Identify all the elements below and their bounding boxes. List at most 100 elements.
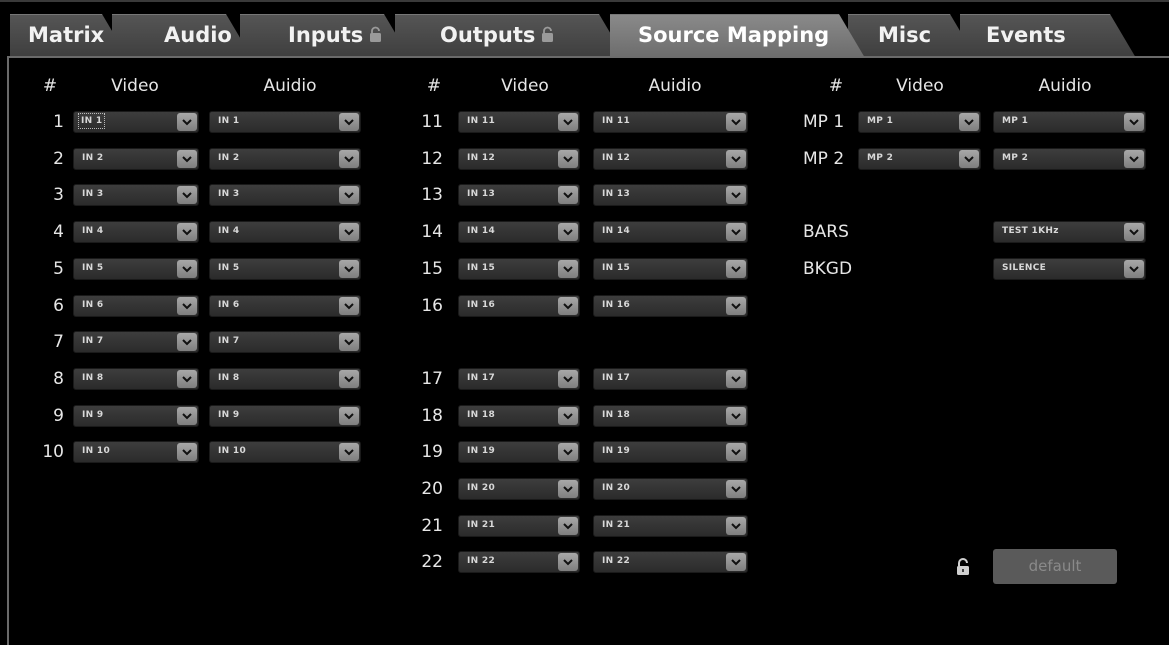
audio-source-dropdown[interactable]: IN 10: [209, 441, 361, 464]
tab-audio[interactable]: Audio: [112, 14, 252, 58]
audio-source-dropdown[interactable]: IN 20: [593, 478, 748, 500]
chevron-down-icon[interactable]: [558, 480, 578, 498]
video-source-dropdown[interactable]: MP 1: [858, 111, 981, 133]
chevron-down-icon[interactable]: [339, 443, 359, 462]
chevron-down-icon[interactable]: [1124, 223, 1144, 242]
chevron-down-icon[interactable]: [959, 113, 979, 131]
audio-source-dropdown[interactable]: SILENCE: [993, 257, 1146, 280]
video-source-dropdown[interactable]: IN 6: [73, 294, 199, 317]
chevron-down-icon[interactable]: [1124, 113, 1144, 131]
tab-misc[interactable]: Misc: [848, 14, 976, 58]
video-source-dropdown[interactable]: IN 3: [73, 184, 199, 207]
chevron-down-icon[interactable]: [177, 223, 197, 242]
audio-source-dropdown[interactable]: IN 13: [593, 184, 748, 207]
video-source-dropdown[interactable]: IN 17: [458, 367, 580, 390]
chevron-down-icon[interactable]: [339, 296, 359, 315]
audio-source-dropdown[interactable]: IN 5: [209, 257, 361, 280]
chevron-down-icon[interactable]: [177, 443, 197, 462]
audio-source-dropdown[interactable]: IN 22: [593, 551, 748, 574]
audio-source-dropdown[interactable]: IN 6: [209, 294, 361, 317]
chevron-down-icon[interactable]: [339, 149, 359, 168]
audio-source-dropdown[interactable]: IN 7: [209, 331, 361, 354]
chevron-down-icon[interactable]: [726, 480, 746, 498]
tab-events[interactable]: Events: [960, 14, 1136, 58]
chevron-down-icon[interactable]: [558, 553, 578, 572]
audio-source-dropdown[interactable]: IN 8: [209, 367, 361, 390]
video-source-dropdown[interactable]: IN 21: [458, 514, 580, 537]
tab-source-mapping[interactable]: Source Mapping: [610, 14, 865, 58]
video-source-dropdown[interactable]: IN 7: [73, 331, 199, 354]
video-source-dropdown[interactable]: IN 10: [73, 441, 199, 464]
default-button[interactable]: default: [993, 549, 1117, 584]
chevron-down-icon[interactable]: [726, 223, 746, 242]
chevron-down-icon[interactable]: [177, 259, 197, 278]
audio-source-dropdown[interactable]: IN 14: [593, 221, 748, 244]
video-source-dropdown[interactable]: MP 2: [858, 147, 981, 170]
chevron-down-icon[interactable]: [339, 333, 359, 352]
audio-source-dropdown[interactable]: IN 2: [209, 147, 361, 170]
chevron-down-icon[interactable]: [726, 259, 746, 278]
chevron-down-icon[interactable]: [558, 186, 578, 205]
chevron-down-icon[interactable]: [726, 516, 746, 535]
chevron-down-icon[interactable]: [558, 516, 578, 535]
chevron-down-icon[interactable]: [726, 406, 746, 425]
audio-source-dropdown[interactable]: IN 4: [209, 221, 361, 244]
chevron-down-icon[interactable]: [339, 186, 359, 205]
audio-source-dropdown[interactable]: TEST 1KHz: [993, 221, 1146, 244]
audio-source-dropdown[interactable]: IN 1: [209, 111, 361, 133]
chevron-down-icon[interactable]: [558, 113, 578, 131]
video-source-dropdown[interactable]: IN 8: [73, 367, 199, 390]
video-source-dropdown[interactable]: IN 20: [458, 478, 580, 500]
chevron-down-icon[interactable]: [339, 406, 359, 425]
audio-source-dropdown[interactable]: IN 17: [593, 367, 748, 390]
tab-outputs[interactable]: Outputs: [395, 14, 625, 58]
audio-source-dropdown[interactable]: IN 11: [593, 111, 748, 133]
chevron-down-icon[interactable]: [726, 553, 746, 572]
chevron-down-icon[interactable]: [558, 223, 578, 242]
audio-source-dropdown[interactable]: IN 19: [593, 441, 748, 464]
lock-icon[interactable]: [956, 558, 970, 576]
chevron-down-icon[interactable]: [558, 443, 578, 462]
chevron-down-icon[interactable]: [177, 406, 197, 425]
audio-source-dropdown[interactable]: IN 12: [593, 147, 748, 170]
chevron-down-icon[interactable]: [558, 406, 578, 425]
chevron-down-icon[interactable]: [726, 443, 746, 462]
chevron-down-icon[interactable]: [726, 369, 746, 388]
audio-source-dropdown[interactable]: IN 9: [209, 404, 361, 427]
video-source-dropdown[interactable]: IN 16: [458, 294, 580, 317]
audio-source-dropdown[interactable]: IN 3: [209, 184, 361, 207]
video-source-dropdown[interactable]: IN 2: [73, 147, 199, 170]
chevron-down-icon[interactable]: [339, 223, 359, 242]
chevron-down-icon[interactable]: [177, 186, 197, 205]
audio-source-dropdown[interactable]: MP 1: [993, 111, 1146, 133]
chevron-down-icon[interactable]: [177, 369, 197, 388]
video-source-dropdown[interactable]: IN 18: [458, 404, 580, 427]
chevron-down-icon[interactable]: [558, 296, 578, 315]
chevron-down-icon[interactable]: [177, 333, 197, 352]
tab-matrix[interactable]: Matrix: [10, 14, 128, 58]
video-source-dropdown[interactable]: IN 12: [458, 147, 580, 170]
chevron-down-icon[interactable]: [726, 149, 746, 168]
audio-source-dropdown[interactable]: IN 18: [593, 404, 748, 427]
chevron-down-icon[interactable]: [177, 149, 197, 168]
chevron-down-icon[interactable]: [339, 113, 359, 131]
video-source-dropdown[interactable]: IN 13: [458, 184, 580, 207]
chevron-down-icon[interactable]: [558, 259, 578, 278]
chevron-down-icon[interactable]: [339, 369, 359, 388]
chevron-down-icon[interactable]: [1124, 259, 1144, 278]
video-source-dropdown[interactable]: IN 9: [73, 404, 199, 427]
video-source-dropdown[interactable]: IN 5: [73, 257, 199, 280]
chevron-down-icon[interactable]: [339, 259, 359, 278]
video-source-dropdown[interactable]: IN 14: [458, 221, 580, 244]
chevron-down-icon[interactable]: [1124, 149, 1144, 168]
audio-source-dropdown[interactable]: MP 2: [993, 147, 1146, 170]
video-source-dropdown[interactable]: IN 1: [73, 111, 199, 133]
audio-source-dropdown[interactable]: IN 16: [593, 294, 748, 317]
chevron-down-icon[interactable]: [726, 296, 746, 315]
audio-source-dropdown[interactable]: IN 21: [593, 514, 748, 537]
video-source-dropdown[interactable]: IN 19: [458, 441, 580, 464]
chevron-down-icon[interactable]: [726, 186, 746, 205]
chevron-down-icon[interactable]: [558, 149, 578, 168]
chevron-down-icon[interactable]: [726, 113, 746, 131]
chevron-down-icon[interactable]: [177, 113, 197, 131]
